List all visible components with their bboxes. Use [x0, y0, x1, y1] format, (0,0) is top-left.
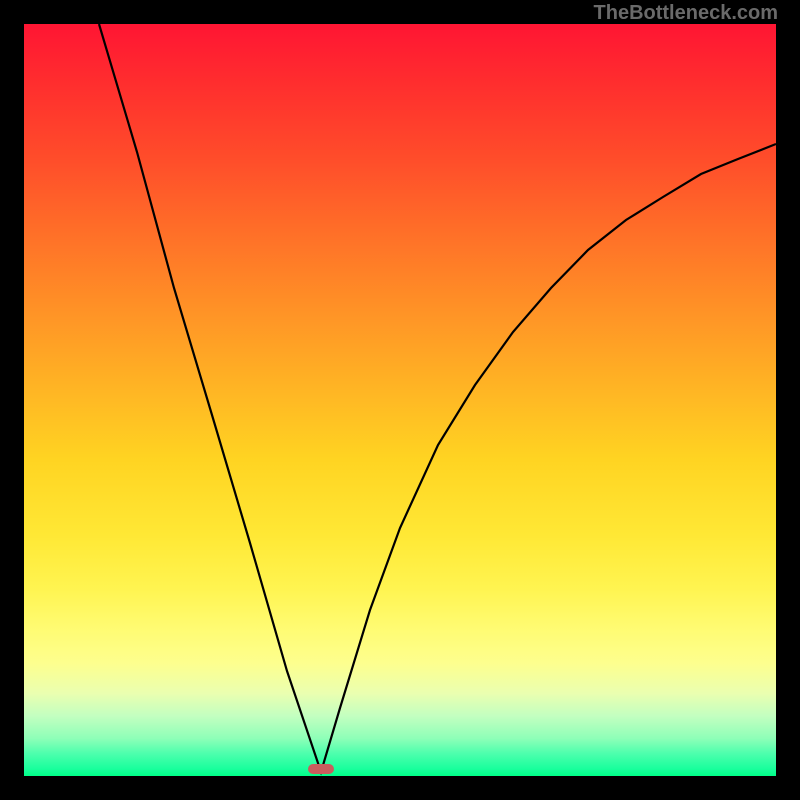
chart-minimum-marker — [308, 764, 334, 774]
chart-curve-svg — [24, 24, 776, 776]
watermark-text: TheBottleneck.com — [594, 2, 778, 25]
chart-plot-area — [24, 24, 776, 776]
chart-curve-path — [99, 24, 776, 772]
